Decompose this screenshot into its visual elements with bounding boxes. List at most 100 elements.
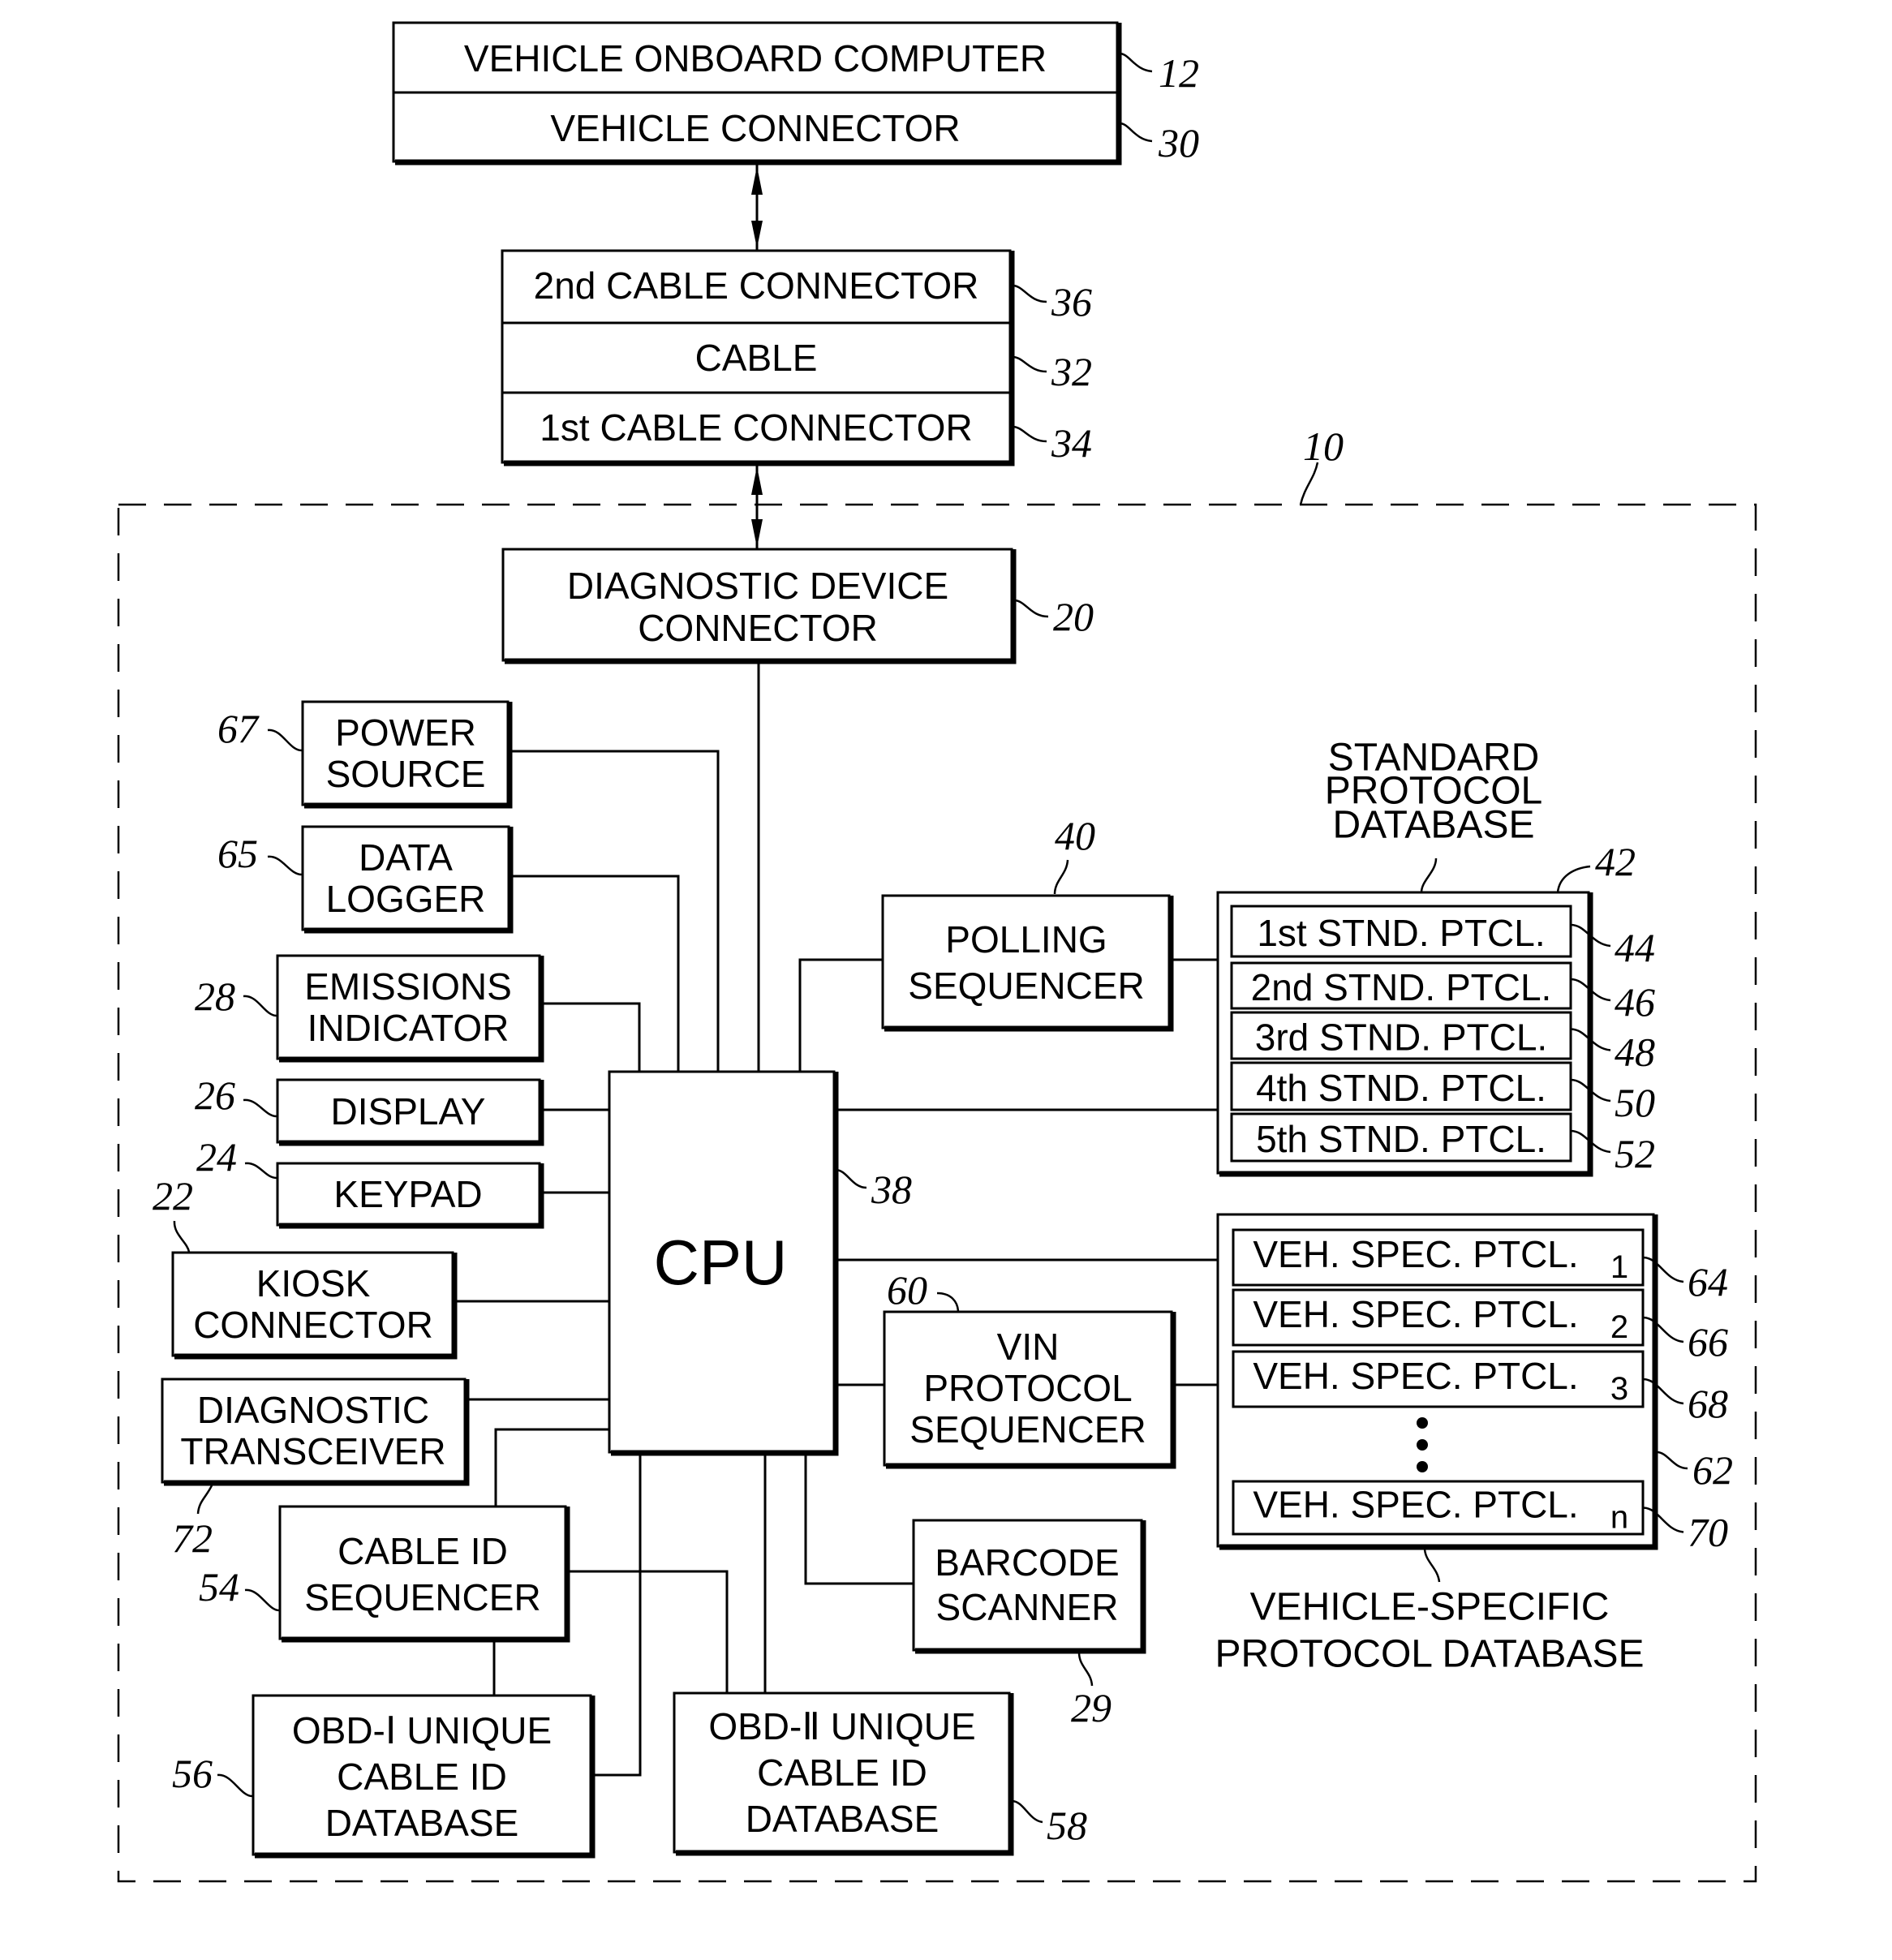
ref-66: 66 — [1688, 1319, 1728, 1365]
ref-leader-36 — [1012, 284, 1047, 303]
barcode-scanner-line-2: SCANNER — [936, 1586, 1119, 1628]
emissions-indicator-block[interactable]: EMISSIONS INDICATOR — [276, 954, 544, 1063]
vehicle-protocol-item-label: VEH. SPEC. PTCL. — [1253, 1293, 1578, 1335]
display-label: DISPLAY — [331, 1090, 486, 1133]
vehicle-protocol-item-label: VEH. SPEC. PTCL. — [1253, 1355, 1578, 1397]
barcode-scanner-block[interactable]: BARCODE SCANNER — [912, 1519, 1146, 1654]
cpu-block[interactable]: CPU — [608, 1070, 839, 1456]
ref-32: 32 — [1051, 349, 1092, 394]
barcode-scanner-line-1: BARCODE — [935, 1541, 1119, 1584]
std-protocol-item-label: 2nd STND. PTCL. — [1251, 966, 1552, 1008]
cpu-label: CPU — [654, 1227, 788, 1298]
diagnostic-transceiver-line-2: TRANSCEIVER — [180, 1430, 445, 1472]
vin-sequencer-line-2: PROTOCOL — [923, 1367, 1132, 1409]
obd2-line-3: DATABASE — [746, 1798, 940, 1840]
arrow-down-icon — [751, 519, 763, 548]
std-protocol-item-label: 5th STND. PTCL. — [1256, 1118, 1546, 1160]
std-protocol-item-label: 4th STND. PTCL. — [1256, 1067, 1546, 1109]
obd1-line-1: OBD-Ⅰ UNIQUE — [292, 1709, 552, 1752]
ref-52: 52 — [1615, 1131, 1655, 1176]
std-db-caption-line-3: DATABASE — [1333, 804, 1535, 847]
std-protocol-item[interactable]: 4th STND. PTCL. — [1230, 1061, 1572, 1111]
vehicle-protocol-item-label: VEH. SPEC. PTCL. — [1253, 1484, 1578, 1526]
polling-sequencer-line-2: SEQUENCER — [908, 965, 1144, 1007]
ref-29: 29 — [1071, 1685, 1112, 1730]
vehicle-protocol-item-index: 2 — [1610, 1309, 1628, 1345]
ref-leader-67 — [267, 729, 303, 752]
ref-26: 26 — [195, 1072, 235, 1118]
first-cable-connector-label: 1st CABLE CONNECTOR — [540, 406, 972, 449]
std-protocol-item[interactable]: 2nd STND. PTCL. — [1230, 961, 1572, 1010]
vehicle-onboard-computer-block[interactable]: VEHICLE ONBOARD COMPUTER VEHICLE CONNECT… — [392, 21, 1122, 165]
vehicle-specific-protocol-database[interactable]: VEH. SPEC. PTCL. 1 64 VEH. SPEC. PTCL. 2 66 VE… — [1216, 1213, 1728, 1555]
ref-leader-56 — [217, 1773, 253, 1798]
arrow-up-icon — [751, 466, 763, 495]
ref-leader-32 — [1012, 355, 1047, 373]
data-logger-line-1: DATA — [359, 836, 453, 879]
vehicle-protocol-item-index: n — [1610, 1500, 1628, 1536]
ref-40: 40 — [1055, 813, 1095, 858]
vin-sequencer-line-3: SEQUENCER — [909, 1408, 1146, 1451]
standard-protocol-database[interactable]: 1st STND. PTCL. 44 2nd STND. PTCL. 46 3rd ST… — [1216, 891, 1655, 1177]
std-protocol-item[interactable]: 1st STND. PTCL. — [1230, 905, 1572, 958]
ref-58: 58 — [1047, 1803, 1087, 1848]
ref-leader-65 — [267, 855, 303, 876]
ref-leader-60 — [936, 1292, 960, 1312]
ref-50: 50 — [1615, 1080, 1655, 1125]
ref-60: 60 — [887, 1267, 927, 1313]
ref-64: 64 — [1688, 1259, 1728, 1305]
ref-leader-29 — [1077, 1652, 1094, 1687]
vehicle-protocol-item[interactable]: VEH. SPEC. PTCL. n — [1232, 1480, 1645, 1536]
obd1-line-3: DATABASE — [325, 1802, 519, 1844]
vin-protocol-sequencer-block[interactable]: VIN PROTOCOL SEQUENCER — [883, 1310, 1176, 1469]
vehicle-protocol-item[interactable]: VEH. SPEC. PTCL. 2 — [1232, 1288, 1645, 1347]
power-source-block[interactable]: POWER SOURCE — [301, 700, 513, 809]
arrow-up-icon — [751, 166, 763, 195]
arrow-down-icon — [751, 221, 763, 248]
ref-34: 34 — [1051, 420, 1092, 466]
emissions-indicator-line-1: EMISSIONS — [304, 965, 512, 1008]
ref-leader-42 — [1556, 865, 1591, 893]
vehicle-protocol-item[interactable]: VEH. SPEC. PTCL. 1 — [1232, 1228, 1645, 1287]
display-block[interactable]: DISPLAY — [276, 1078, 544, 1146]
cable-block[interactable]: 2nd CABLE CONNECTOR CABLE 1st CABLE CONN… — [501, 249, 1015, 466]
obd1-line-2: CABLE ID — [337, 1756, 507, 1798]
ref-28: 28 — [195, 974, 235, 1019]
cable-id-sequencer-line-2: SEQUENCER — [304, 1576, 540, 1618]
diagnostic-transceiver-block[interactable]: DIAGNOSTIC TRANSCEIVER — [161, 1378, 470, 1486]
ref-leader-22 — [173, 1220, 191, 1253]
vehicle-onboard-computer-label: VEHICLE ONBOARD COMPUTER — [464, 37, 1047, 80]
keypad-block[interactable]: KEYPAD — [276, 1162, 544, 1229]
std-protocol-item[interactable]: 3rd STND. PTCL. — [1230, 1011, 1572, 1060]
vehicle-protocol-item[interactable]: VEH. SPEC. PTCL. 3 — [1232, 1350, 1645, 1408]
ref-72: 72 — [172, 1515, 213, 1561]
cable-id-sequencer-block[interactable]: CABLE ID SEQUENCER — [278, 1505, 570, 1643]
ref-70: 70 — [1688, 1510, 1728, 1555]
ref-leader-26 — [243, 1098, 277, 1118]
ref-leader-38 — [835, 1168, 867, 1189]
std-db-caption-leader — [1420, 858, 1438, 893]
vin-sequencer-line-1: VIN — [997, 1326, 1060, 1368]
data-logger-block[interactable]: DATA LOGGER — [301, 825, 514, 934]
cable-id-sequencer-line-1: CABLE ID — [338, 1530, 508, 1572]
diagnostic-device-connector-line-1: DIAGNOSTIC DEVICE — [567, 565, 948, 607]
vehicle-connector-label: VEHICLE CONNECTOR — [550, 107, 960, 149]
ref-leader-58 — [1011, 1799, 1043, 1824]
diagnostic-device-connector-line-2: CONNECTOR — [638, 607, 878, 649]
obd2-cable-id-database-block[interactable]: OBD-Ⅱ UNIQUE CABLE ID DATABASE — [673, 1691, 1014, 1856]
obd2-line-2: CABLE ID — [757, 1752, 927, 1794]
ref-leader-72 — [196, 1483, 214, 1515]
ref-24: 24 — [196, 1134, 237, 1180]
polling-sequencer-block[interactable]: POLLING SEQUENCER — [881, 894, 1174, 1032]
obd1-cable-id-database-block[interactable]: OBD-Ⅰ UNIQUE CABLE ID DATABASE — [252, 1694, 596, 1859]
std-protocol-item[interactable]: 5th STND. PTCL. — [1230, 1112, 1572, 1163]
ref-leader-30 — [1119, 122, 1153, 143]
diagnostic-device-connector-block[interactable]: DIAGNOSTIC DEVICE CONNECTOR — [501, 548, 1017, 664]
power-source-line-2: SOURCE — [326, 753, 486, 795]
ref-30: 30 — [1158, 120, 1199, 165]
vehicle-protocol-item-label: VEH. SPEC. PTCL. — [1253, 1233, 1578, 1275]
emissions-indicator-line-2: INDICATOR — [307, 1007, 510, 1049]
ref-leader-34 — [1012, 425, 1047, 443]
kiosk-connector-block[interactable]: KIOSK CONNECTOR — [171, 1251, 458, 1360]
ref-20: 20 — [1053, 594, 1094, 639]
